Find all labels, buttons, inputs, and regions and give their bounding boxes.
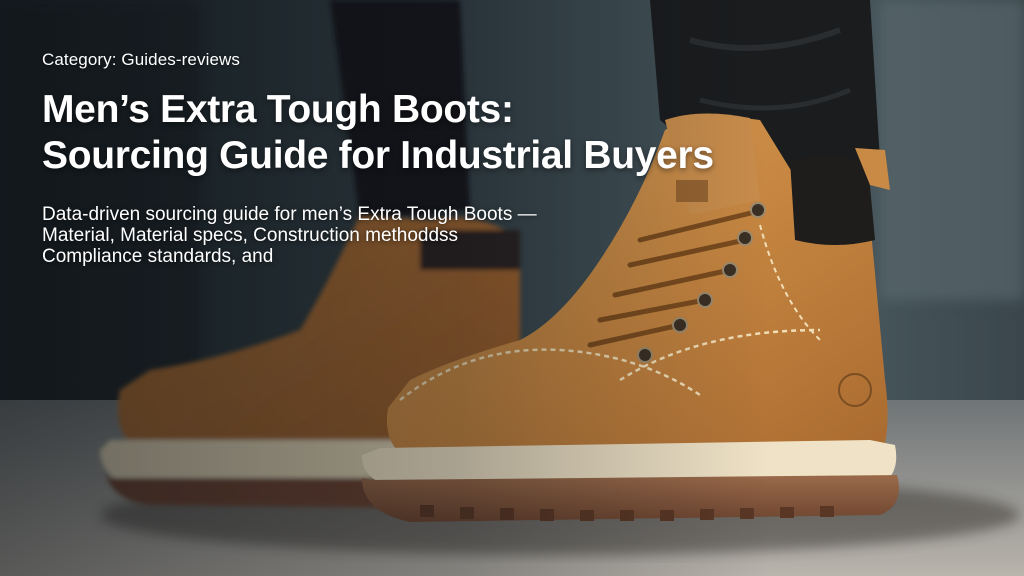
title-line-2: Sourcing Guide for Industrial Buyers bbox=[42, 134, 714, 177]
description: Data-driven sourcing guide for men’s Ext… bbox=[42, 204, 602, 267]
description-line-3: Compliance standards, and bbox=[42, 246, 274, 267]
description-line-2: Material, Material specs, Construction m… bbox=[42, 225, 459, 246]
page-title: Men’s Extra Tough Boots: Sourcing Guide … bbox=[42, 87, 842, 179]
description-line-1: Data-driven sourcing guide for men’s Ext… bbox=[42, 204, 537, 225]
hero-banner: Category: Guides-reviews Men’s Extra Tou… bbox=[0, 0, 1024, 576]
hero-text: Category: Guides-reviews Men’s Extra Tou… bbox=[42, 50, 842, 267]
title-line-1: Men’s Extra Tough Boots: bbox=[42, 88, 514, 131]
category-label: Category: Guides-reviews bbox=[42, 50, 240, 69]
